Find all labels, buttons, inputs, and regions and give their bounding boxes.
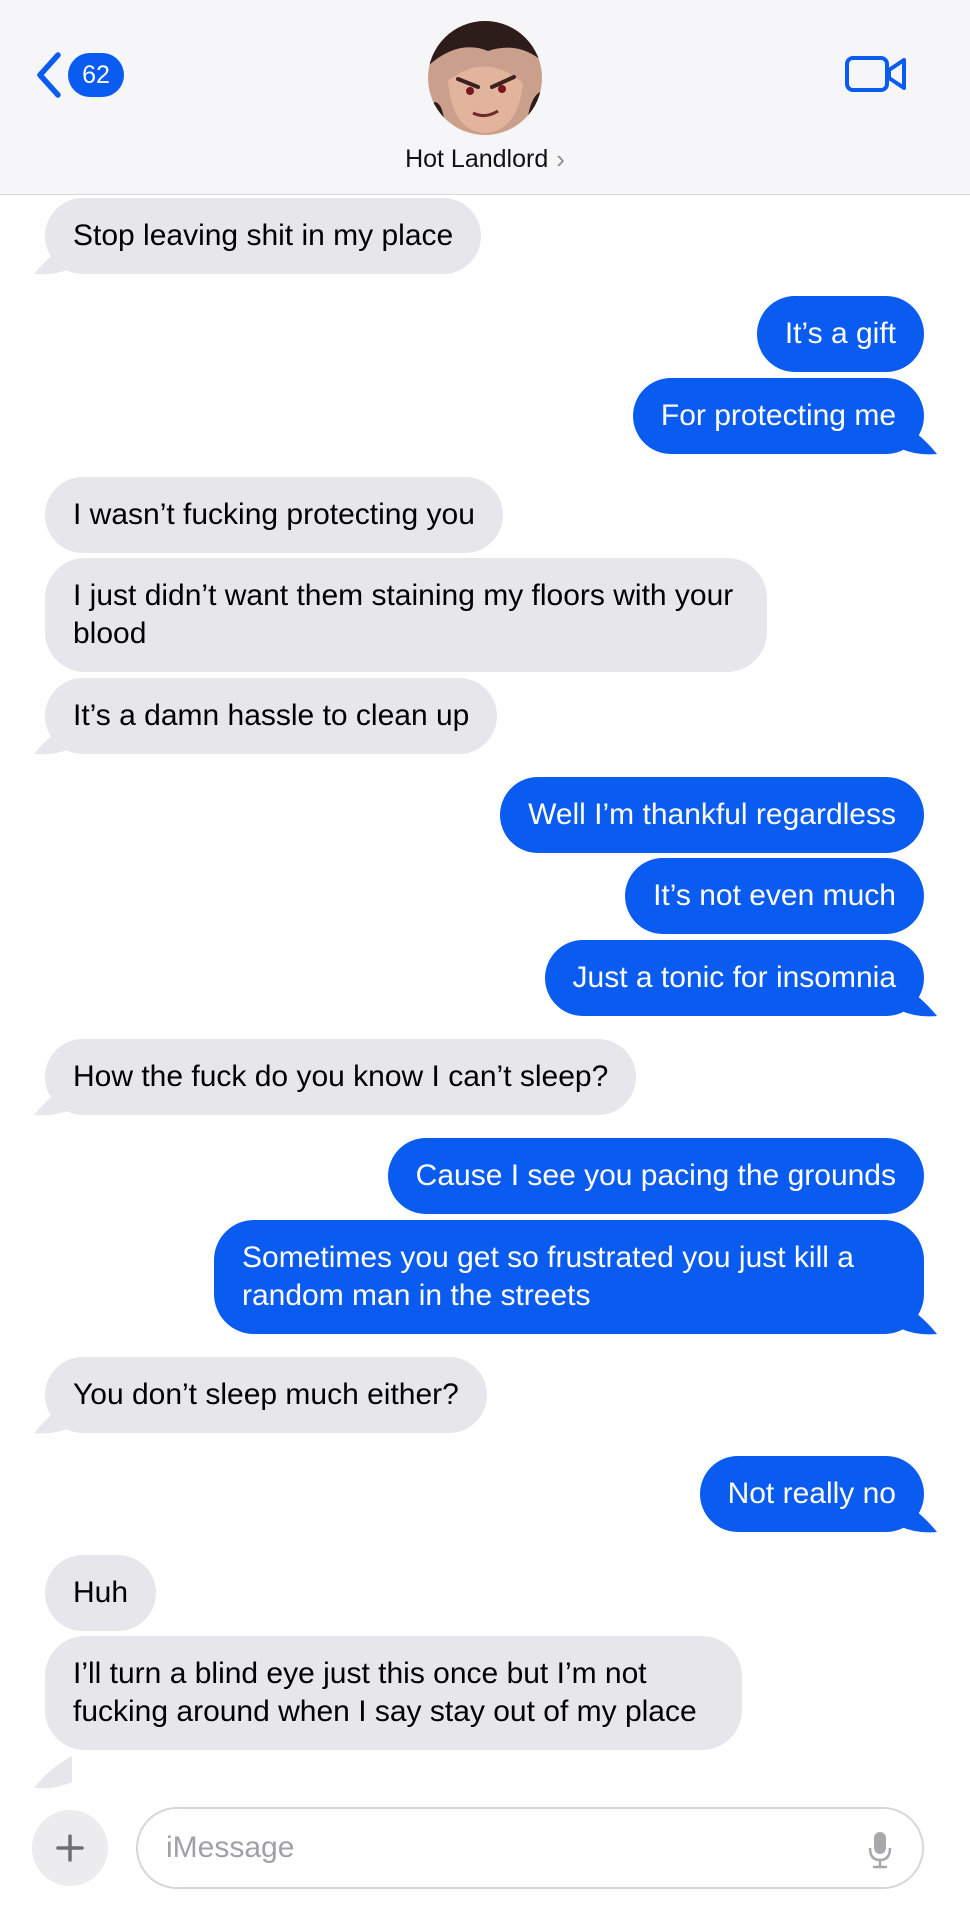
message-bubble-sent[interactable]: Well I’m thankful regardless [500,777,924,853]
contact-avatar[interactable] [428,21,542,135]
bubble-tail [899,984,937,1017]
video-camera-icon[interactable] [844,52,908,96]
message-bubble-sent[interactable]: Not really no [699,1456,924,1532]
microphone-icon[interactable] [868,1831,892,1869]
message-bubble-sent[interactable]: For protecting me [632,378,924,454]
bubble-tail [34,242,72,275]
message-bubble-received[interactable]: How the fuck do you know I can’t sleep? [45,1039,637,1115]
message-bubble-received[interactable]: You don’t sleep much either? [45,1357,487,1433]
conversation-header: 62 Hot Landlord › [0,0,970,195]
chevron-right-icon: › [556,144,565,174]
message-bubble-sent[interactable]: Sometimes you get so frustrated you just… [214,1220,924,1334]
back-button[interactable]: 62 [34,50,124,100]
message-input[interactable]: iMessage [136,1807,924,1889]
contact-name-button[interactable]: Hot Landlord › [0,144,970,175]
message-bubble-received[interactable]: Stop leaving shit in my place [45,198,482,274]
message-bubble-sent[interactable]: It’s a gift [756,296,924,372]
bubble-tail [34,1401,72,1434]
message-bubble-received[interactable]: Huh [45,1555,157,1631]
message-bubble-received[interactable]: It’s a damn hassle to clean up [45,678,498,754]
message-bubble-received[interactable]: I just didn’t want them staining my floo… [45,558,767,672]
chevron-left-icon [37,52,61,98]
unread-count-badge: 62 [68,53,124,97]
message-input-placeholder: iMessage [166,1831,295,1864]
message-bubble-sent[interactable]: It’s not even much [625,858,924,934]
bubble-tail [899,422,937,455]
bubble-tail [34,1083,72,1116]
bubble-tail [899,1302,937,1335]
message-bubble-received[interactable]: I wasn’t fucking protecting you [45,477,503,553]
message-bubble-sent[interactable]: Cause I see you pacing the grounds [387,1138,924,1214]
contact-name: Hot Landlord [405,145,549,173]
message-bubble-received[interactable]: I’ll turn a blind eye just this once but… [45,1636,742,1750]
apps-plus-button[interactable] [32,1810,108,1886]
plus-icon [56,1834,84,1862]
bubble-tail [34,1756,72,1789]
bubble-tail [34,722,72,755]
message-bubble-sent[interactable]: Just a tonic for insomnia [544,940,924,1016]
bubble-tail [899,1500,937,1533]
